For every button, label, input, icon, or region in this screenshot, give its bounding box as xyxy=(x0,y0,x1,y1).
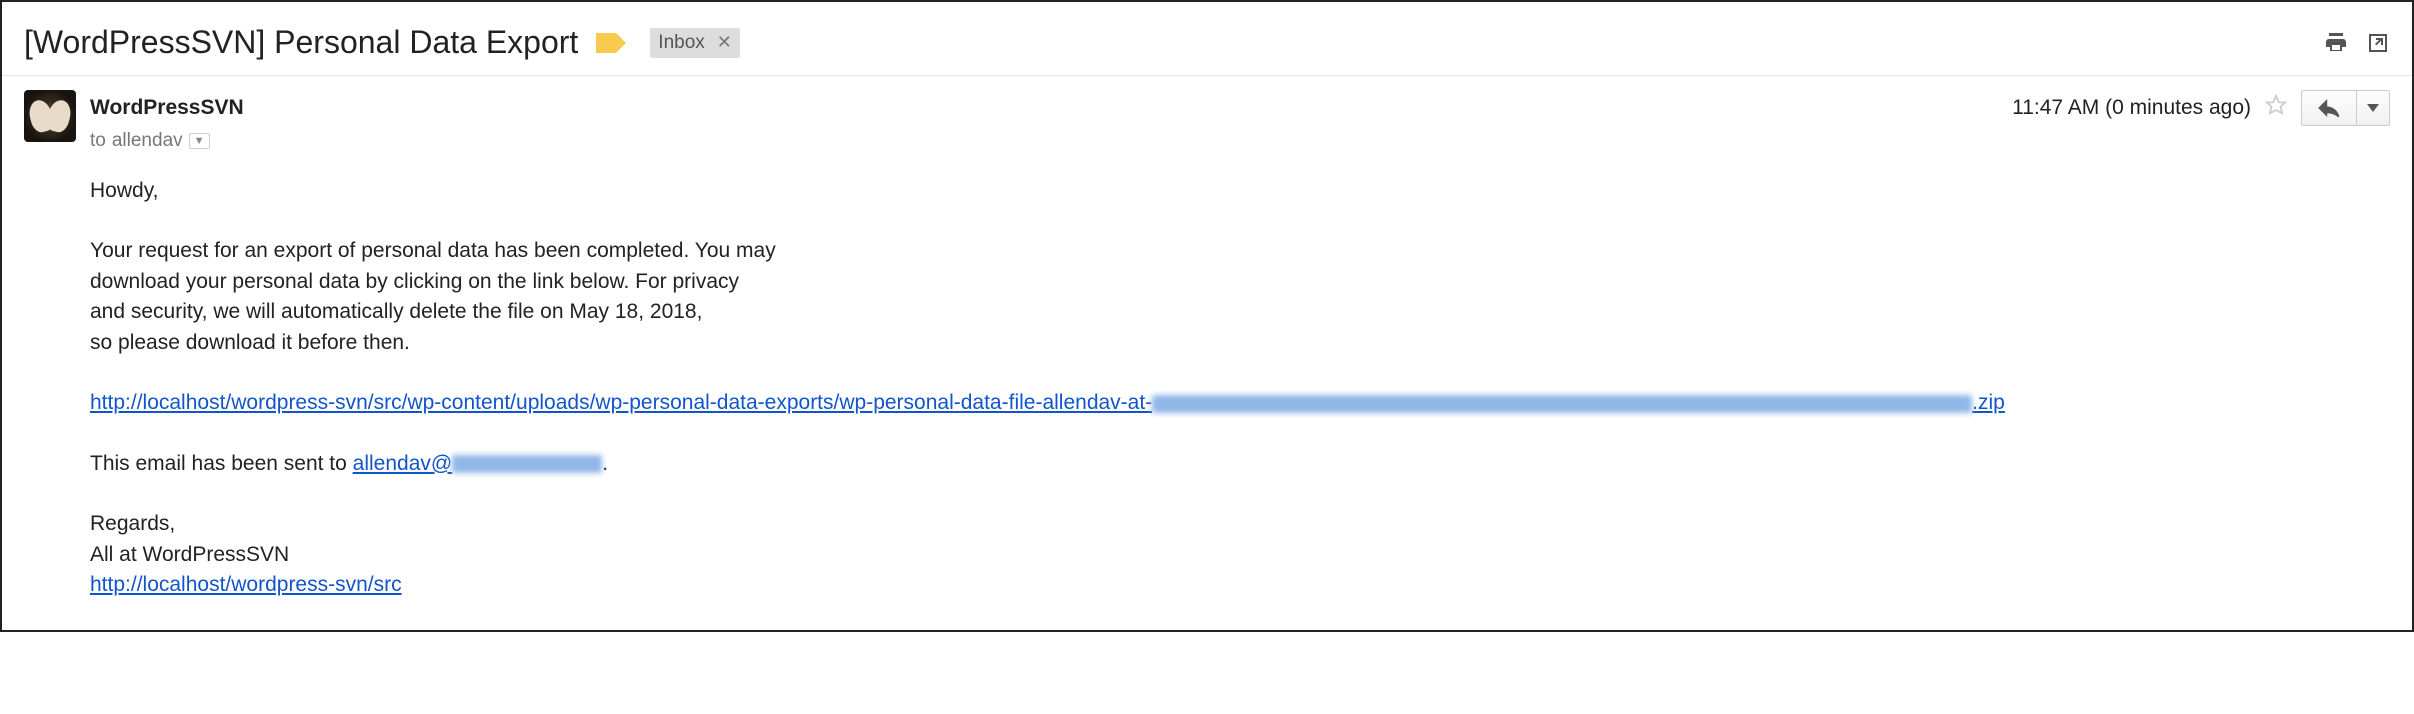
reply-button[interactable] xyxy=(2302,91,2356,125)
body-paragraph-1: Your request for an export of personal d… xyxy=(90,236,2390,358)
body-site-link-line: http://localhost/wordpress-svn/src xyxy=(90,570,2390,600)
subject-row: [WordPressSVN] Personal Data Export Inbo… xyxy=(2,12,2412,76)
message-body: Howdy, Your request for an export of per… xyxy=(90,176,2412,600)
body-sent-to-line: This email has been sent to allendav@. xyxy=(90,449,2390,479)
to-recipient: allendav xyxy=(112,130,183,152)
show-details-toggle[interactable]: ▼ xyxy=(189,133,210,149)
close-icon[interactable]: ✕ xyxy=(717,32,732,53)
email-subject: [WordPressSVN] Personal Data Export xyxy=(24,24,578,61)
star-icon[interactable] xyxy=(2265,94,2287,122)
export-download-link[interactable]: http://localhost/wordpress-svn/src/wp-co… xyxy=(90,391,2005,414)
sender-avatar[interactable] xyxy=(24,90,76,142)
label-tag-icon[interactable] xyxy=(596,33,626,53)
reply-button-group xyxy=(2301,90,2390,126)
subject-actions xyxy=(2324,31,2390,55)
inbox-category-chip[interactable]: Inbox ✕ xyxy=(650,28,740,58)
recipient-email-link[interactable]: allendav@ xyxy=(353,452,603,475)
email-view: [WordPressSVN] Personal Data Export Inbo… xyxy=(0,0,2414,632)
site-link[interactable]: http://localhost/wordpress-svn/src xyxy=(90,573,402,596)
body-signoff: All at WordPressSVN xyxy=(90,540,2390,570)
body-export-link-line: http://localhost/wordpress-svn/src/wp-co… xyxy=(90,388,2390,418)
redacted-link-segment xyxy=(1152,395,1972,413)
recipient-line: to allendav ▼ xyxy=(90,130,2390,152)
redacted-email-segment xyxy=(452,455,602,473)
body-greeting: Howdy, xyxy=(90,176,2390,206)
message-header: WordPressSVN 11:47 AM (0 minutes ago) xyxy=(2,76,2412,152)
message-timestamp: 11:47 AM (0 minutes ago) xyxy=(2012,96,2251,120)
sender-name[interactable]: WordPressSVN xyxy=(90,96,244,120)
print-icon[interactable] xyxy=(2324,31,2348,55)
to-prefix: to xyxy=(90,130,106,152)
inbox-chip-label: Inbox xyxy=(658,32,704,54)
body-regards: Regards, xyxy=(90,509,2390,539)
open-in-new-window-icon[interactable] xyxy=(2366,31,2390,55)
reply-more-button[interactable] xyxy=(2356,91,2389,125)
